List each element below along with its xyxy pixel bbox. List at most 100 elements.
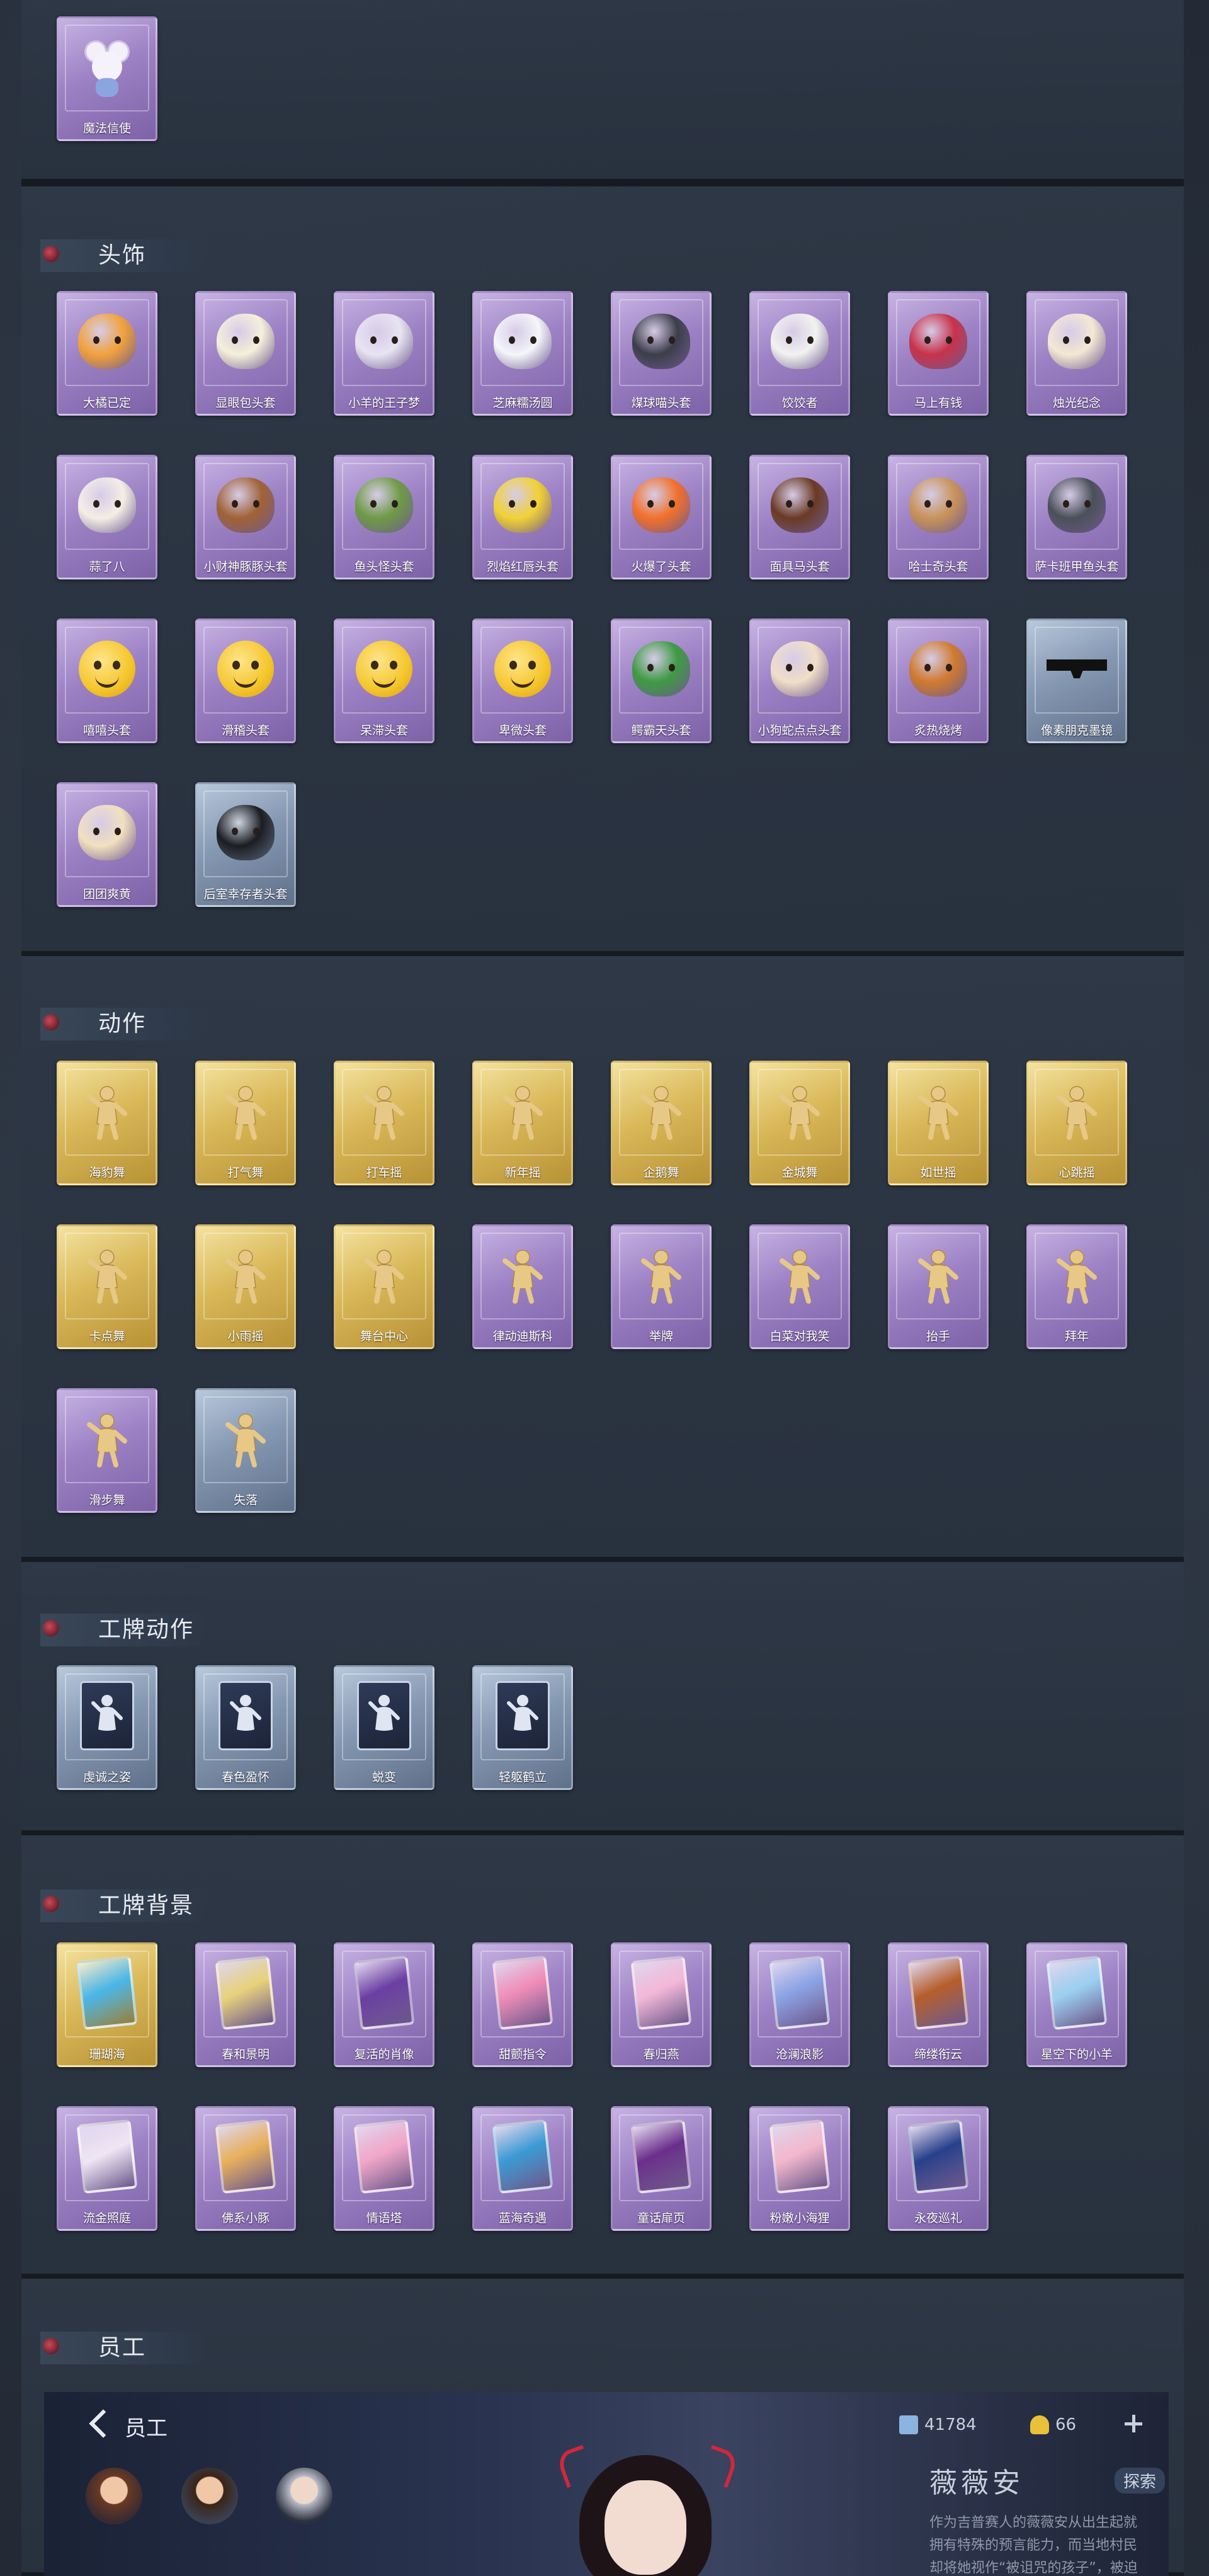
collection-item[interactable]: 蓝海奇遇 bbox=[472, 2106, 573, 2231]
collection-item[interactable]: 芝麻糯汤圆 bbox=[472, 291, 573, 416]
collection-item[interactable]: 火爆了头套 bbox=[611, 455, 712, 579]
explore-button[interactable]: 探索 bbox=[1115, 2468, 1166, 2493]
new-year-greeting-pose-icon bbox=[1057, 1250, 1097, 1304]
collection-item[interactable]: 大橘已定 bbox=[57, 291, 157, 416]
item-label: 小财神豚豚头套 bbox=[203, 560, 288, 574]
collection-item[interactable]: 鳄霸天头套 bbox=[611, 618, 712, 743]
collection-item[interactable]: 甜颤指令 bbox=[472, 1942, 573, 2067]
badge-bg-golden-court-icon bbox=[76, 2119, 138, 2194]
back-chevron-icon[interactable] bbox=[89, 2409, 118, 2438]
staff-avatar-1[interactable] bbox=[86, 2468, 142, 2524]
collection-item[interactable]: 炙热烧烤 bbox=[888, 618, 989, 743]
collection-item[interactable]: 举牌 bbox=[611, 1224, 712, 1349]
collection-item[interactable]: 打车摇 bbox=[334, 1061, 434, 1185]
collection-item[interactable]: 嘻嘻头套 bbox=[57, 618, 157, 743]
item-icon-wrap bbox=[214, 1243, 277, 1306]
collection-item[interactable]: 星空下的小羊 bbox=[1026, 1942, 1127, 2067]
section-title: 工牌动作 bbox=[98, 1617, 195, 1643]
item-icon-wrap bbox=[353, 474, 416, 537]
collection-item[interactable]: 拜年 bbox=[1026, 1224, 1127, 1349]
collection-item[interactable]: 哈士奇头套 bbox=[888, 455, 989, 579]
collection-item[interactable]: 团团爽黄 bbox=[57, 782, 157, 907]
collection-item[interactable]: 永夜巡礼 bbox=[888, 2106, 989, 2231]
collection-item[interactable]: 烈焰红唇头套 bbox=[472, 455, 573, 579]
collection-item[interactable]: 小羊的王子梦 bbox=[334, 291, 434, 416]
item-label: 卡点舞 bbox=[89, 1330, 125, 1343]
collection-item[interactable]: 滑稽头套 bbox=[195, 618, 296, 743]
collection-item[interactable]: 虔诚之姿 bbox=[57, 1665, 157, 1790]
collection-item[interactable]: 复活的肖像 bbox=[334, 1942, 434, 2067]
collection-item[interactable]: 呆滞头套 bbox=[334, 618, 434, 743]
collection-item[interactable]: 流金照庭 bbox=[57, 2106, 157, 2231]
collection-item[interactable]: 像素朋克墨镜 bbox=[1026, 618, 1127, 743]
collection-item[interactable]: 春归燕 bbox=[611, 1942, 712, 2067]
collection-item[interactable]: 抬手 bbox=[888, 1224, 989, 1349]
badge-bg-portrait-icon bbox=[353, 1955, 415, 2031]
item-label: 打气舞 bbox=[227, 1166, 264, 1180]
item-label: 显眼包头套 bbox=[215, 396, 276, 410]
item-label: 心跳摇 bbox=[1059, 1166, 1095, 1180]
collection-item[interactable]: 企鹅舞 bbox=[611, 1061, 712, 1185]
collection-item[interactable]: 童话扉页 bbox=[611, 2106, 712, 2231]
collection-item[interactable]: 煤球喵头套 bbox=[611, 291, 712, 416]
collection-item[interactable]: 情语塔 bbox=[334, 2106, 434, 2231]
collection-item[interactable]: 佛系小豚 bbox=[195, 2106, 296, 2231]
item-icon-wrap bbox=[630, 474, 693, 537]
collection-item[interactable]: 春和景明 bbox=[195, 1942, 296, 2067]
collection-item[interactable]: 后室幸存者头套 bbox=[195, 782, 296, 907]
add-currency-button[interactable] bbox=[1122, 2412, 1145, 2435]
staff-back-label[interactable]: 员工 bbox=[125, 2411, 167, 2442]
collection-item[interactable]: 沧澜浪影 bbox=[749, 1942, 850, 2067]
collection-item[interactable]: 小财神豚豚头套 bbox=[195, 455, 296, 579]
collection-item[interactable]: 显眼包头套 bbox=[195, 291, 296, 416]
collection-item[interactable]: 轻躯鹤立 bbox=[472, 1665, 573, 1790]
item-icon-wrap bbox=[491, 1080, 554, 1143]
collection-item[interactable]: 萨卡班甲鱼头套 bbox=[1026, 455, 1127, 579]
collection-item[interactable]: 律动迪斯科 bbox=[472, 1224, 573, 1349]
raise-hand-pose-icon bbox=[918, 1250, 958, 1304]
collection-item[interactable]: 粉嫩小海狸 bbox=[749, 2106, 850, 2231]
item-label: 金城舞 bbox=[781, 1166, 818, 1180]
top-item-magic-messenger[interactable]: 魔法信使 bbox=[57, 16, 157, 141]
collection-item[interactable]: 小狗蛇点点头套 bbox=[749, 618, 850, 743]
collection-item[interactable]: 失落 bbox=[195, 1388, 296, 1513]
mouse-mascot-icon bbox=[82, 37, 132, 97]
collection-item[interactable]: 海豹舞 bbox=[57, 1061, 157, 1185]
section-title: 头饰 bbox=[98, 242, 147, 268]
collection-item[interactable]: 白菜对我笑 bbox=[749, 1224, 850, 1349]
collection-item[interactable]: 春色盈怀 bbox=[195, 1665, 296, 1790]
collection-item[interactable]: 饺饺者 bbox=[749, 291, 850, 416]
resource-gold-value: 66 bbox=[1055, 2415, 1077, 2434]
item-icon-wrap bbox=[1045, 474, 1108, 537]
staff-avatar-2[interactable] bbox=[181, 2468, 238, 2524]
item-icon-wrap bbox=[768, 1080, 831, 1143]
collection-item[interactable]: 打气舞 bbox=[195, 1061, 296, 1185]
collection-item[interactable]: 滑步舞 bbox=[57, 1388, 157, 1513]
collection-item[interactable]: 卡点舞 bbox=[57, 1224, 157, 1349]
collection-item[interactable]: 蜕变 bbox=[334, 1665, 434, 1790]
badge-pose-transform-icon bbox=[357, 1681, 411, 1750]
collection-item[interactable]: 金城舞 bbox=[749, 1061, 850, 1185]
character-portrait bbox=[542, 2442, 749, 2576]
collection-item[interactable]: 马上有钱 bbox=[888, 291, 989, 416]
piggy-head-icon bbox=[217, 477, 275, 533]
collection-item[interactable]: 烛光纪念 bbox=[1026, 291, 1127, 416]
collection-item[interactable]: 面具马头套 bbox=[749, 455, 850, 579]
item-icon-wrap bbox=[1045, 1955, 1108, 2031]
item-icon-wrap bbox=[491, 1243, 554, 1306]
item-label: 童话扉页 bbox=[637, 2211, 685, 2225]
stage-center-pose-icon bbox=[364, 1250, 404, 1304]
collection-item[interactable]: 如世摇 bbox=[888, 1061, 989, 1185]
collection-item[interactable]: 珊瑚海 bbox=[57, 1942, 157, 2067]
collection-item[interactable]: 新年摇 bbox=[472, 1061, 573, 1185]
collection-item[interactable]: 缔缕衔云 bbox=[888, 1942, 989, 2067]
collection-item[interactable]: 蒜了八 bbox=[57, 455, 157, 579]
staff-avatar-3[interactable] bbox=[276, 2468, 332, 2524]
collection-item[interactable]: 心跳摇 bbox=[1026, 1061, 1127, 1185]
collection-item[interactable]: 小雨摇 bbox=[195, 1224, 296, 1349]
collection-item[interactable]: 鱼头怪头套 bbox=[334, 455, 434, 579]
ribbon-gem-icon bbox=[43, 1620, 59, 1636]
collection-item[interactable]: 舞台中心 bbox=[334, 1224, 434, 1349]
horse-mask-icon bbox=[771, 477, 829, 533]
collection-item[interactable]: 卑微头套 bbox=[472, 618, 573, 743]
